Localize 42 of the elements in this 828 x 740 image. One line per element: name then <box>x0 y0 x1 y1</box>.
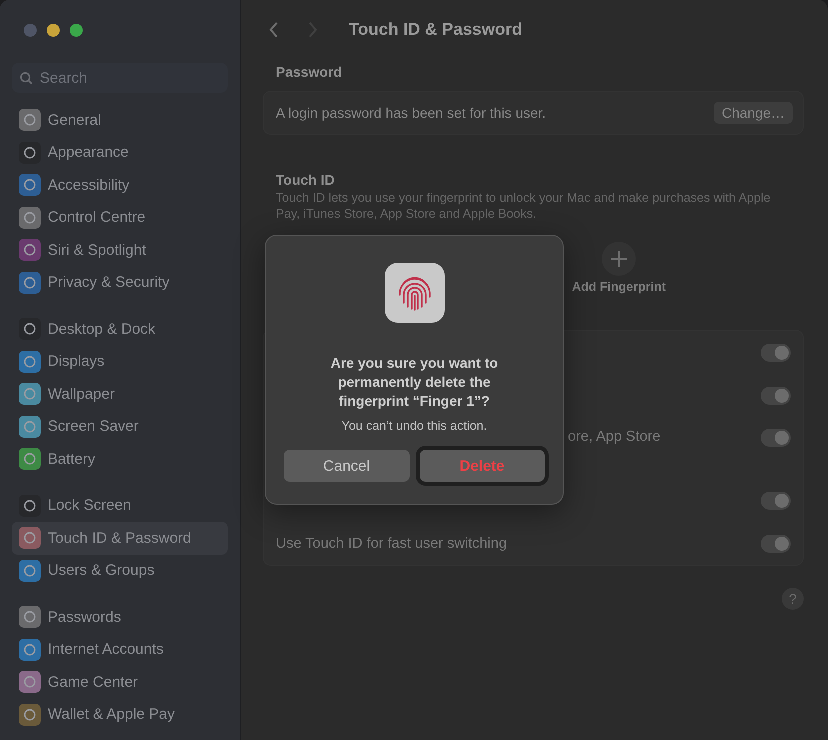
sidebar-item[interactable]: Siri & Spotlight <box>12 234 228 266</box>
back-button[interactable] <box>268 21 280 39</box>
sidebar-item[interactable]: Users & Groups <box>12 554 228 587</box>
window-title: Touch ID & Password <box>349 20 522 40</box>
sidebar-item[interactable]: Accessibility <box>12 169 228 202</box>
sidebar-item[interactable]: Lock Screen <box>12 490 228 522</box>
sidebar-item[interactable]: Wallpaper <box>12 378 228 410</box>
change-button[interactable]: Change… <box>714 102 793 124</box>
sidebar-item[interactable]: Wallet & Apple Pay <box>12 698 228 731</box>
toggle-switch[interactable] <box>761 492 791 510</box>
add-icon[interactable] <box>602 242 636 276</box>
touch-id-description: Touch ID lets you use your fingerprint to unlock your Mac and make purchases with Apple Pay, iTunes Store, App Store and Apple Books. <box>275 190 772 222</box>
sidebar-item[interactable]: Displays <box>12 346 228 378</box>
sidebar-item[interactable]: Battery <box>12 443 228 476</box>
dialog-title: Are you sure you want to permanently delete the fingerprint “Finger 1”? <box>330 354 500 411</box>
window-control-button[interactable] <box>47 24 60 37</box>
dialog-message: You can’t undo this action. <box>342 419 488 433</box>
sidebar-item[interactable]: Privacy & Security <box>12 266 228 299</box>
section-heading: Password <box>275 64 344 80</box>
help-button[interactable]: ? <box>782 588 804 610</box>
sidebar-item[interactable]: General <box>12 104 228 136</box>
sidebar-item[interactable]: Appearance <box>12 136 228 169</box>
sidebar-item[interactable]: Internet Accounts <box>12 634 228 666</box>
sidebar-item[interactable]: Touch ID & Password <box>12 522 228 554</box>
toggle-switch[interactable] <box>761 386 791 404</box>
password-status-text: A login password has been set for this user. <box>276 105 546 121</box>
add-fingerprint-label: Add Fingerprint <box>572 280 666 294</box>
toggle-switch[interactable] <box>761 534 791 552</box>
sidebar-item[interactable]: Game Center <box>12 666 228 698</box>
toggle-switch[interactable] <box>761 429 791 447</box>
fingerprint-icon <box>384 263 444 323</box>
section-heading: Touch ID <box>275 172 336 188</box>
search-field[interactable]: Search <box>12 63 228 93</box>
toggle-switch[interactable] <box>761 344 791 362</box>
sidebar-item[interactable]: Desktop & Dock <box>12 313 228 346</box>
sidebar-item[interactable]: Control Centre <box>12 202 228 234</box>
option-label: ore, App Store <box>567 429 661 445</box>
window-control-button[interactable] <box>70 24 83 37</box>
sidebar-item[interactable]: Screen Saver <box>12 410 228 443</box>
sidebar-item[interactable]: Passwords <box>12 601 228 634</box>
option-label: Use Touch ID for fast user switching <box>276 536 508 552</box>
cancel-button[interactable]: Cancel <box>284 450 410 482</box>
